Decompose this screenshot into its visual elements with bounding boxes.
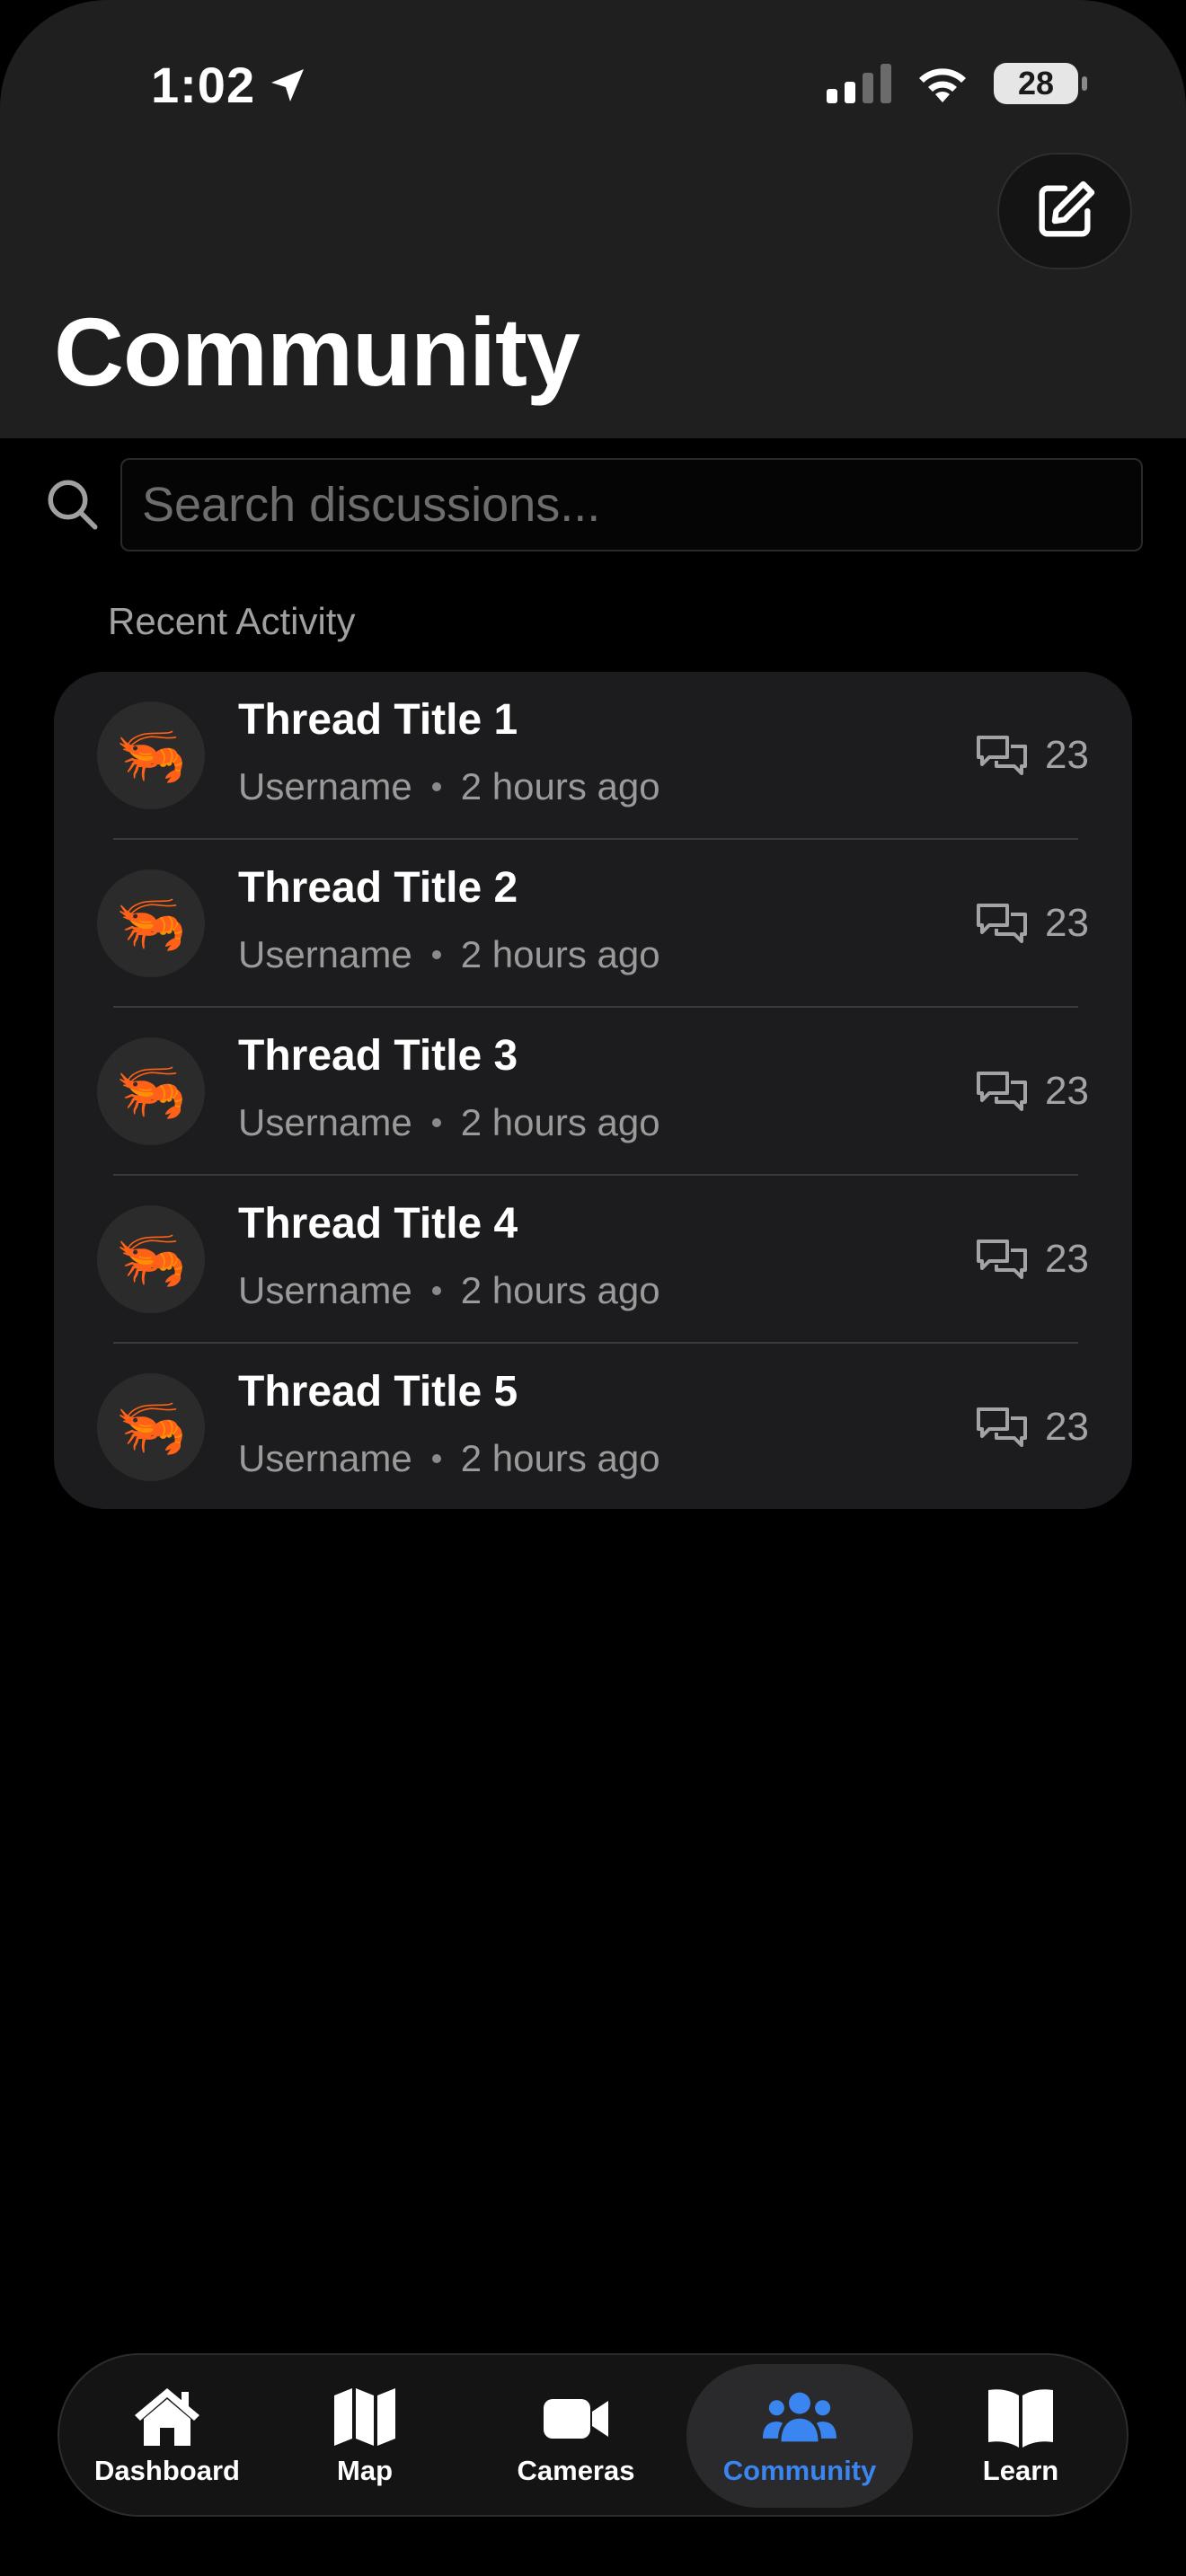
video-camera-icon [544, 2399, 608, 2439]
thread-time: 2 hours ago [460, 1437, 660, 1479]
location-arrow-icon [271, 68, 305, 101]
search-icon [48, 480, 98, 530]
tab-learn[interactable]: Learn [949, 2364, 1093, 2508]
battery-icon: 28 [994, 63, 1087, 104]
chat-bubbles-icon [977, 1239, 1028, 1279]
chat-bubbles-icon [977, 736, 1028, 775]
house-icon [135, 2388, 199, 2446]
thread-meta: Username 2 hours ago [238, 1101, 660, 1144]
reply-count: 23 [975, 731, 1089, 780]
avatar: 🦐 [97, 1205, 205, 1313]
search-bar [43, 458, 1143, 551]
thread-username: Username [238, 765, 412, 807]
compose-button[interactable] [997, 153, 1132, 269]
tab-label: Dashboard [94, 2455, 240, 2486]
thread-time: 2 hours ago [460, 1101, 660, 1143]
thread-time: 2 hours ago [460, 933, 660, 975]
tab-label: Learn [982, 2455, 1059, 2486]
section-label-recent-activity: Recent Activity [108, 600, 356, 642]
thread-row[interactable]: 🦐 Thread Title 1 Username 2 hours ago 23 [54, 672, 1132, 840]
tab-bar: Dashboard Map Cameras Community Learn [58, 2353, 1128, 2517]
status-time-label: 1:02 [151, 57, 256, 113]
avatar: 🦐 [97, 1037, 205, 1145]
chat-bubbles-icon [977, 1072, 1028, 1111]
avatar: 🦐 [97, 869, 205, 977]
reply-count: 23 [975, 899, 1089, 948]
chat-bubbles-icon [977, 904, 1028, 943]
chat-bubbles-icon [977, 1407, 1028, 1447]
separator-dot [431, 1454, 441, 1463]
separator-dot [431, 782, 441, 791]
thread-username: Username [238, 1101, 412, 1143]
thread-title: Thread Title 4 [238, 1200, 518, 1248]
header: 1:02 28 Community [0, 0, 1186, 438]
map-icon [334, 2388, 395, 2446]
thread-row[interactable]: 🦐 Thread Title 2 Username 2 hours ago 23 [54, 840, 1132, 1008]
thread-username: Username [238, 1269, 412, 1311]
tab-map[interactable]: Map [293, 2364, 437, 2508]
thread-row[interactable]: 🦐 Thread Title 4 Username 2 hours ago 23 [54, 1176, 1132, 1344]
reply-count-value: 23 [1045, 1069, 1089, 1113]
thread-meta: Username 2 hours ago [238, 1269, 660, 1312]
status-bar-time: 1:02 [151, 56, 309, 114]
thread-meta: Username 2 hours ago [238, 1437, 660, 1480]
thread-list: 🦐 Thread Title 1 Username 2 hours ago 23… [54, 672, 1132, 1509]
tab-label: Community [722, 2455, 877, 2486]
reply-count: 23 [975, 1067, 1089, 1116]
book-icon [988, 2389, 1053, 2448]
thread-username: Username [238, 933, 412, 975]
separator-dot [431, 950, 441, 959]
separator-dot [431, 1286, 441, 1295]
wifi-icon [919, 68, 966, 102]
cellular-signal-icon [827, 64, 891, 103]
thread-title: Thread Title 2 [238, 864, 518, 912]
thread-username: Username [238, 1437, 412, 1479]
thread-row[interactable]: 🦐 Thread Title 5 Username 2 hours ago 23 [54, 1344, 1132, 1509]
separator-dot [431, 1118, 441, 1127]
thread-meta: Username 2 hours ago [238, 765, 660, 808]
thread-title: Thread Title 1 [238, 696, 518, 744]
people-icon [763, 2392, 836, 2442]
thread-title: Thread Title 3 [238, 1032, 518, 1080]
reply-count-value: 23 [1045, 901, 1089, 945]
tab-cameras[interactable]: Cameras [500, 2364, 652, 2508]
thread-row[interactable]: 🦐 Thread Title 3 Username 2 hours ago 23 [54, 1008, 1132, 1176]
tab-label: Map [337, 2455, 393, 2486]
status-indicators: 28 [827, 63, 1087, 104]
avatar: 🦐 [97, 701, 205, 809]
reply-count: 23 [975, 1235, 1089, 1284]
avatar: 🦐 [97, 1373, 205, 1481]
reply-count-value: 23 [1045, 1237, 1089, 1281]
reply-count-value: 23 [1045, 733, 1089, 777]
page-title: Community [54, 297, 580, 406]
thread-time: 2 hours ago [460, 765, 660, 807]
tab-community[interactable]: Community [686, 2364, 913, 2508]
battery-level: 28 [1017, 65, 1055, 101]
thread-title: Thread Title 5 [238, 1368, 518, 1416]
thread-meta: Username 2 hours ago [238, 933, 660, 976]
tab-dashboard[interactable]: Dashboard [77, 2364, 257, 2508]
thread-time: 2 hours ago [460, 1269, 660, 1311]
search-input[interactable] [120, 458, 1143, 551]
tab-label: Cameras [517, 2455, 635, 2486]
reply-count: 23 [975, 1403, 1089, 1451]
reply-count-value: 23 [1045, 1405, 1089, 1449]
compose-icon [1039, 181, 1095, 237]
